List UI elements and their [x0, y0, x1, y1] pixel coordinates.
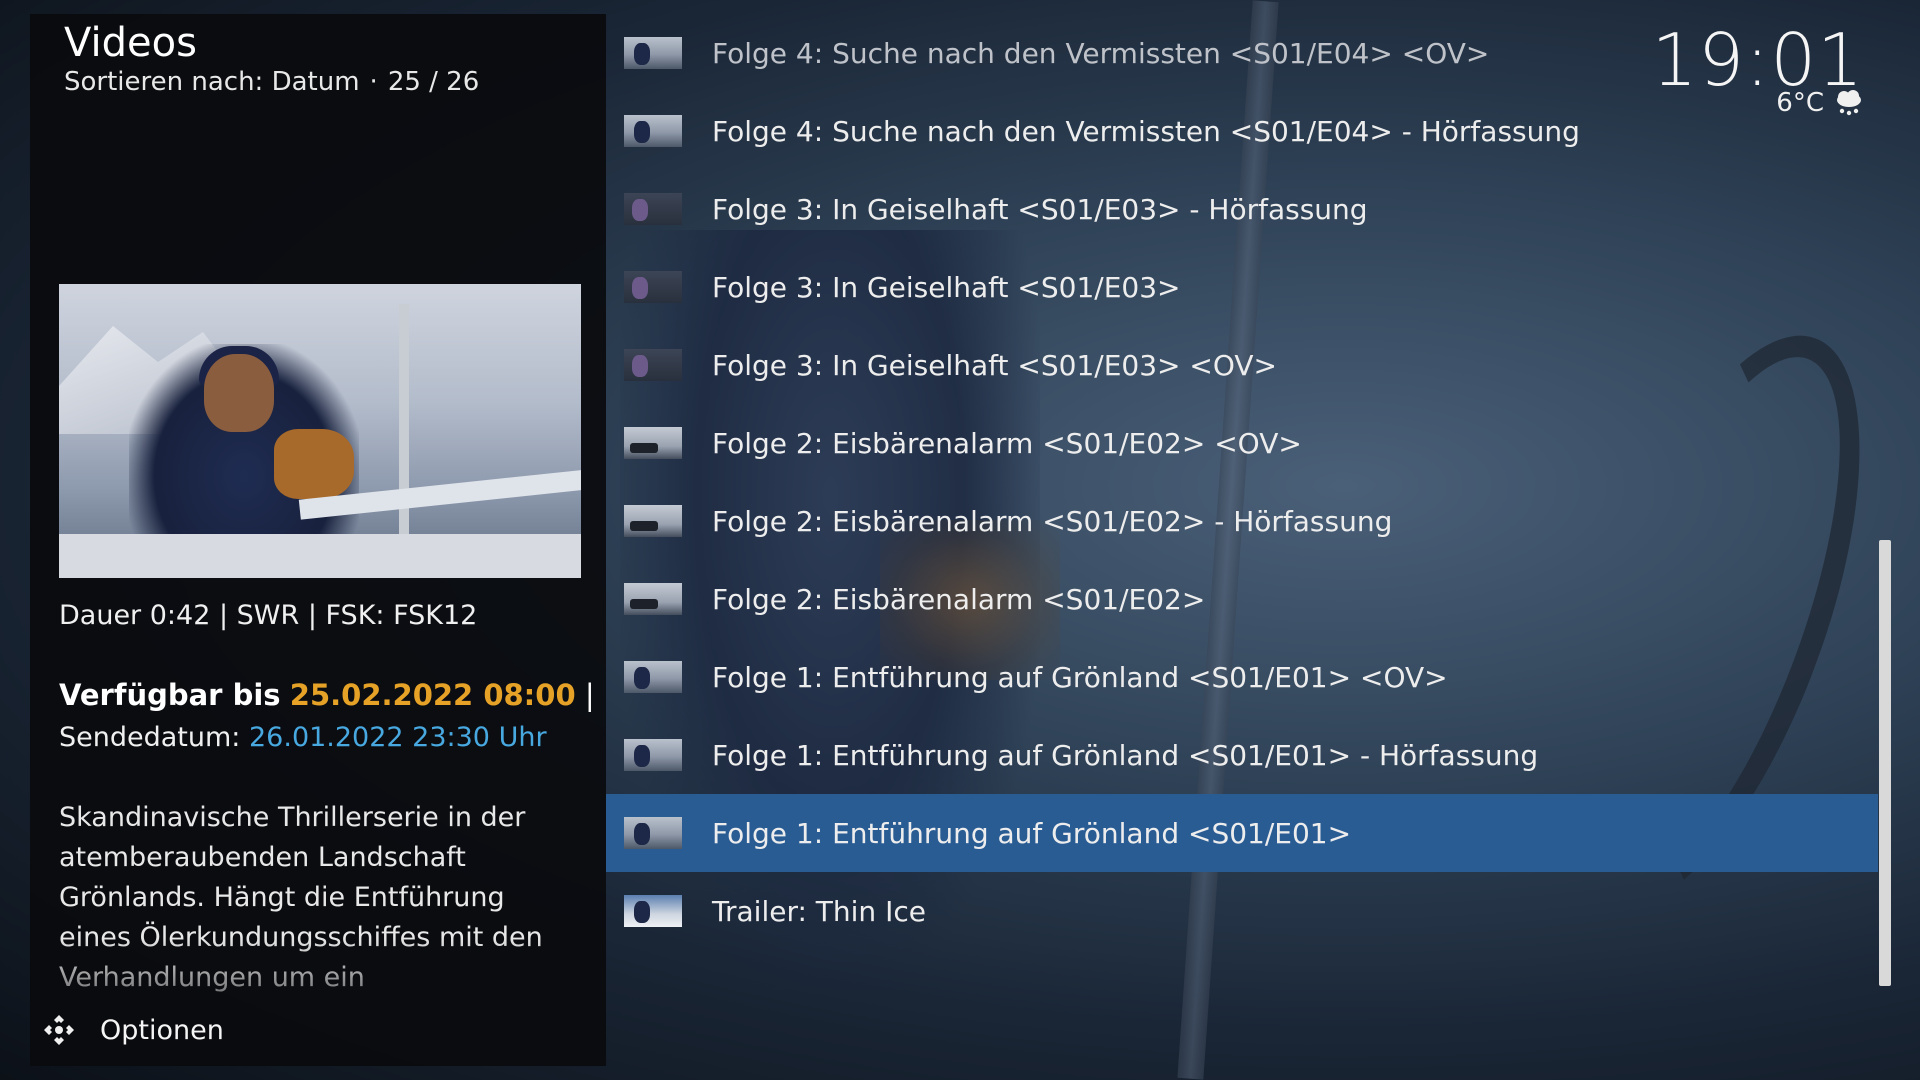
- meta-info: Dauer 0:42 | SWR | FSK: FSK12: [59, 600, 478, 631]
- broadcast-label: Sendedatum:: [59, 722, 241, 753]
- list-item[interactable]: Folge 3: In Geiselhaft <S01/E03> - Hörfa…: [606, 170, 1878, 248]
- available-date: 25.02.2022 08:00: [289, 678, 576, 712]
- options-icon: [44, 1015, 74, 1045]
- episode-thumb: [624, 895, 682, 927]
- list-item-label: Folge 1: Entführung auf Grönland <S01/E0…: [712, 660, 1448, 694]
- list-item[interactable]: Folge 3: In Geiselhaft <S01/E03> <OV>: [606, 326, 1878, 404]
- episode-thumb: [624, 349, 682, 381]
- list-item-label: Trailer: Thin Ice: [712, 894, 926, 928]
- episode-list: Folge 4: Suche nach den Vermissten <S01/…: [606, 14, 1886, 1066]
- available-label: Verfügbar bis: [59, 678, 281, 712]
- list-item-label: Folge 4: Suche nach den Vermissten <S01/…: [712, 114, 1580, 148]
- episode-thumb: [624, 427, 682, 459]
- list-item[interactable]: Folge 4: Suche nach den Vermissten <S01/…: [606, 92, 1878, 170]
- episode-thumb: [624, 115, 682, 147]
- list-item-label: Folge 1: Entführung auf Grönland <S01/E0…: [712, 816, 1352, 850]
- broadcast-date: 26.01.2022 23:30 Uhr: [249, 722, 547, 753]
- episode-thumb: [624, 505, 682, 537]
- episode-thumb: [624, 193, 682, 225]
- options-button[interactable]: Optionen: [40, 1010, 224, 1050]
- list-item-label: Folge 1: Entführung auf Grönland <S01/E0…: [712, 738, 1539, 772]
- list-item-label: Folge 2: Eisbärenalarm <S01/E02>: [712, 582, 1206, 616]
- list-item-label: Folge 2: Eisbärenalarm <S01/E02> <OV>: [712, 426, 1302, 460]
- page-title: Videos: [64, 20, 197, 66]
- list-item[interactable]: Folge 1: Entführung auf Grönland <S01/E0…: [606, 716, 1878, 794]
- list-item[interactable]: Folge 1: Entführung auf Grönland <S01/E0…: [606, 638, 1878, 716]
- episode-thumb: [624, 37, 682, 69]
- list-item-label: Folge 3: In Geiselhaft <S01/E03>: [712, 270, 1181, 304]
- cloud-snow-icon: [1837, 90, 1861, 116]
- sort-info[interactable]: Sortieren nach: Datum · 25 / 26: [64, 67, 479, 97]
- weather-info: 6°C: [1776, 88, 1864, 118]
- item-position: 25 / 26: [387, 67, 480, 97]
- list-scrollbar[interactable]: [1879, 540, 1891, 986]
- list-item-label: Folge 4: Suche nach den Vermissten <S01/…: [712, 36, 1490, 70]
- sort-label: Sortieren nach: Datum: [64, 67, 360, 97]
- episode-thumb: [624, 583, 682, 615]
- list-item[interactable]: Folge 1: Entführung auf Grönland <S01/E0…: [606, 794, 1878, 872]
- episode-thumb: [624, 271, 682, 303]
- plot-text: Skandinavische Thrillerserie in der atem…: [59, 802, 543, 993]
- episode-thumbnail: [59, 284, 581, 578]
- list-item[interactable]: Folge 2: Eisbärenalarm <S01/E02> - Hörfa…: [606, 482, 1878, 560]
- list-item-label: Folge 2: Eisbärenalarm <S01/E02> - Hörfa…: [712, 504, 1393, 538]
- list-item-label: Folge 3: In Geiselhaft <S01/E03> - Hörfa…: [712, 192, 1368, 226]
- broadcast-info: Sendedatum: 26.01.2022 23:30 Uhr: [59, 722, 547, 753]
- list-item[interactable]: Folge 2: Eisbärenalarm <S01/E02>: [606, 560, 1878, 638]
- list-item-label: Folge 3: In Geiselhaft <S01/E03> <OV>: [712, 348, 1278, 382]
- availability: Verfügbar bis 25.02.2022 08:00 |: [59, 678, 595, 712]
- temperature: 6°C: [1776, 88, 1824, 118]
- episode-thumb: [624, 661, 682, 693]
- episode-thumb: [624, 739, 682, 771]
- list-item[interactable]: Trailer: Thin Ice: [606, 872, 1878, 950]
- list-item[interactable]: Folge 2: Eisbärenalarm <S01/E02> <OV>: [606, 404, 1878, 482]
- list-item[interactable]: Folge 3: In Geiselhaft <S01/E03>: [606, 248, 1878, 326]
- separator-dot: ·: [369, 67, 378, 97]
- episode-thumb: [624, 817, 682, 849]
- options-label: Optionen: [100, 1014, 224, 1046]
- available-separator: |: [584, 678, 595, 712]
- kodi-screen: Videos Sortieren nach: Datum · 25 / 26 Dau…: [0, 0, 1920, 1080]
